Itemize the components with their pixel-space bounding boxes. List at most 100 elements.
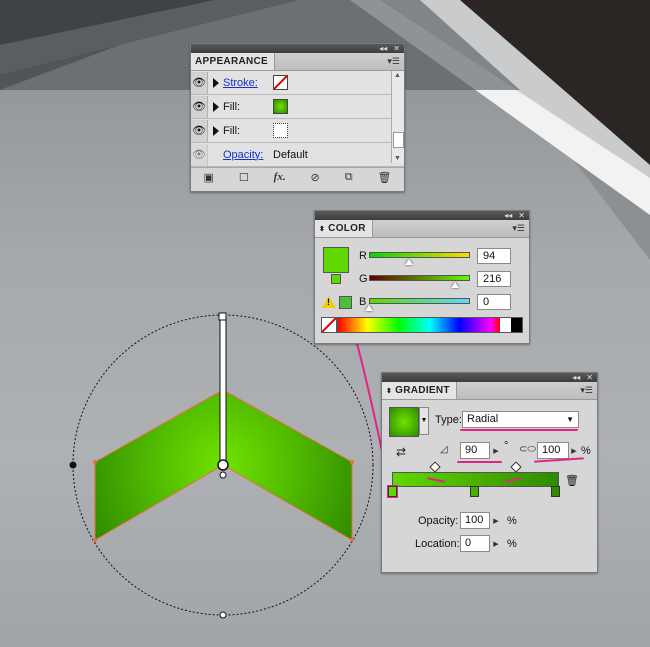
gradient-stop-3[interactable]	[551, 486, 560, 497]
gradient-preview-swatch[interactable]	[389, 407, 419, 437]
g-slider[interactable]	[369, 275, 470, 281]
gradient-panel: ◂◂ ✕ ⬍ GRADIENT ▾☰ ▼ Type: Radial ▼ ⇄ ◿ …	[381, 372, 598, 573]
gradient-preview-dropdown[interactable]: ▼	[419, 407, 429, 435]
visibility-eye-icon[interactable]: 👁	[191, 95, 208, 118]
color-panel: ◂◂ ✕ ⬍ COLOR ▾☰ R 94 G 216 B 0 !	[314, 210, 530, 344]
duplicate-icon[interactable]: ⧉	[345, 171, 353, 184]
reverse-gradient-icon[interactable]: ⇄	[396, 445, 406, 459]
annotation-underline-type	[460, 429, 578, 431]
b-input[interactable]: 0	[477, 294, 511, 310]
angle-value: 90	[465, 444, 478, 456]
gradient-aspect-dot[interactable]	[69, 461, 77, 469]
collapse-icon[interactable]: ◂◂	[504, 211, 512, 220]
close-icon[interactable]: ✕	[393, 44, 400, 53]
panel-menu-icon[interactable]: ▾☰	[387, 56, 404, 67]
new-art-icon[interactable]: ▣	[203, 171, 213, 184]
b-slider-thumb[interactable]	[365, 305, 373, 311]
color-tabbar: ⬍ COLOR ▾☰	[315, 220, 529, 238]
appearance-footer: ▣ ☐ fx. ⊘ ⧉ 🗑	[191, 167, 404, 186]
close-icon[interactable]: ✕	[518, 211, 525, 220]
appearance-panel: ◂◂ ✕ APPEARANCE ▾☰ 👁 Stroke: 👁 Fill: 👁 F…	[190, 43, 405, 192]
g-input[interactable]: 216	[477, 271, 511, 287]
angle-icon: ◿	[440, 444, 448, 455]
gamut-swatch[interactable]	[339, 296, 352, 309]
opacity-dropdown-arrow[interactable]: ▶	[491, 512, 501, 529]
aspect-input[interactable]: 100	[537, 442, 569, 459]
midpoint-diamond-2[interactable]	[510, 461, 522, 473]
out-of-gamut-warning-icon[interactable]: !	[322, 296, 336, 308]
r-slider-thumb[interactable]	[405, 259, 413, 265]
appearance-title: APPEARANCE	[195, 56, 269, 67]
trash-icon[interactable]: 🗑	[378, 171, 392, 184]
panel-menu-icon[interactable]: ▾☰	[512, 223, 529, 234]
gradient-annotator-bar[interactable]	[219, 315, 227, 466]
appearance-row-opacity[interactable]: 👁 Opacity: Default	[191, 143, 404, 167]
gradient-bottom-handle[interactable]	[219, 611, 227, 619]
visibility-eye-icon[interactable]: 👁	[191, 71, 208, 94]
expand-triangle-icon[interactable]	[213, 77, 219, 88]
gradient-origin-small-handle[interactable]	[219, 471, 227, 479]
r-input[interactable]: 94	[477, 248, 511, 264]
gradient-stop-1[interactable]	[387, 485, 398, 498]
clear-appearance-icon[interactable]: ⊘	[311, 171, 320, 184]
gradient-stop-2[interactable]	[470, 486, 479, 497]
fill-color-swatch[interactable]	[323, 247, 349, 273]
clear-icon[interactable]: ☐	[239, 171, 249, 184]
delete-stop-trash-icon[interactable]: 🗑	[565, 474, 579, 487]
gradient-title: GRADIENT	[395, 385, 450, 396]
tab-gradient[interactable]: ⬍ GRADIENT	[382, 382, 457, 399]
appearance-tabbar: APPEARANCE ▾☰	[191, 53, 404, 71]
appearance-row-stroke[interactable]: 👁 Stroke:	[191, 71, 404, 95]
appearance-scrollbar[interactable]: ▲ ▼	[391, 71, 404, 163]
appearance-row-fill-1[interactable]: 👁 Fill:	[191, 95, 404, 119]
location-label: Location:	[415, 538, 460, 550]
gradient-end-handle[interactable]	[218, 312, 227, 321]
aspect-value: 100	[542, 444, 561, 456]
g-slider-row: G 216	[359, 271, 514, 289]
opacity-input[interactable]: 100	[460, 512, 490, 529]
appearance-row-fill-2[interactable]: 👁 Fill:	[191, 119, 404, 143]
fill-swatch-dotted[interactable]	[273, 123, 288, 138]
opacity-label[interactable]: Opacity:	[223, 149, 273, 161]
tab-appearance[interactable]: APPEARANCE	[191, 53, 276, 70]
r-slider[interactable]	[369, 252, 470, 258]
stroke-label[interactable]: Stroke:	[223, 77, 273, 89]
fill-label: Fill:	[223, 124, 241, 137]
color-spectrum-bar[interactable]	[337, 317, 523, 333]
type-select[interactable]: Radial ▼	[462, 411, 579, 428]
panel-topbar: ◂◂ ✕	[382, 373, 597, 382]
opacity-value: 100	[465, 514, 484, 526]
type-value: Radial	[467, 413, 499, 425]
gradient-slider-bar[interactable]	[392, 472, 559, 487]
visibility-eye-icon[interactable]: 👁	[191, 143, 208, 166]
color-title: COLOR	[328, 223, 366, 234]
collapse-icon[interactable]: ◂◂	[379, 44, 387, 53]
stroke-swatch-none[interactable]	[273, 75, 288, 90]
angle-dropdown-arrow[interactable]: ▶	[491, 442, 501, 459]
panel-topbar: ◂◂ ✕	[191, 44, 404, 53]
location-value: 0	[465, 537, 472, 549]
expand-triangle-icon[interactable]	[213, 125, 219, 136]
fx-icon[interactable]: fx.	[274, 171, 286, 183]
aspect-dropdown-arrow[interactable]: ▶	[569, 442, 579, 459]
b-slider[interactable]	[369, 298, 470, 304]
midpoint-diamond-1[interactable]	[429, 461, 441, 473]
fill-label: Fill:	[223, 100, 241, 113]
none-swatch[interactable]	[321, 317, 337, 333]
fill-swatch-green[interactable]	[273, 99, 288, 114]
angle-input[interactable]: 90	[460, 442, 490, 459]
location-input[interactable]: 0	[460, 535, 490, 552]
location-unit: %	[507, 538, 517, 550]
close-icon[interactable]: ✕	[586, 373, 593, 382]
g-slider-thumb[interactable]	[451, 282, 459, 288]
gradient-origin-handle[interactable]	[217, 459, 229, 471]
degree-symbol: °	[504, 440, 509, 452]
location-dropdown-arrow[interactable]: ▶	[491, 535, 501, 552]
panel-topbar: ◂◂ ✕	[315, 211, 529, 220]
expand-triangle-icon[interactable]	[213, 101, 219, 112]
panel-menu-icon[interactable]: ▾☰	[580, 385, 597, 396]
visibility-eye-icon[interactable]: 👁	[191, 119, 208, 142]
tab-color[interactable]: ⬍ COLOR	[315, 220, 373, 237]
collapse-icon[interactable]: ◂◂	[572, 373, 580, 382]
fill-indicator-icon	[331, 274, 341, 284]
